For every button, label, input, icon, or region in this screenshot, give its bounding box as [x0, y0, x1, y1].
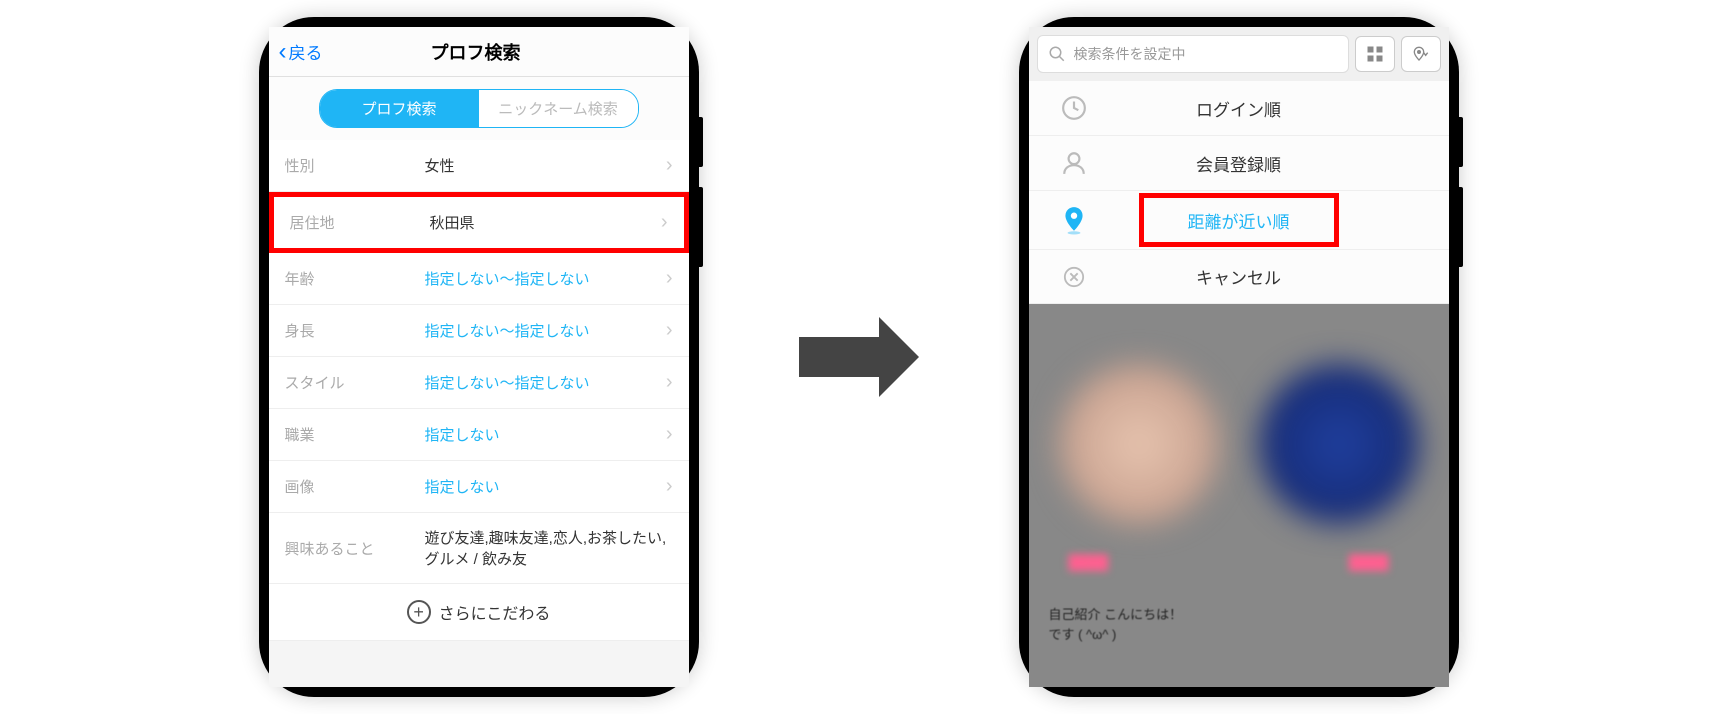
phone-side-button	[1459, 187, 1463, 267]
filter-label: 身長	[285, 320, 425, 341]
search-bar-area: 検索条件を設定中	[1029, 27, 1449, 81]
filter-value: 秋田県	[430, 212, 661, 233]
sort-label: 会員登録順	[1049, 151, 1429, 176]
blurred-avatar	[1059, 364, 1219, 524]
filter-row-style[interactable]: スタイル 指定しない～指定しない ›	[269, 357, 689, 409]
plus-circle-icon: +	[407, 600, 431, 624]
page-title: プロフ検索	[273, 39, 679, 65]
search-filter-list: 性別 女性 › 居住地 秋田県 › 年齢 指定しない～指定しない › 身長 指定…	[269, 140, 689, 641]
filter-row-interests[interactable]: 興味あること 遊び友達,趣味友達,恋人,お茶したい,グルメ / 飲み友	[269, 513, 689, 584]
sort-option-distance[interactable]: 距離が近い順	[1029, 191, 1449, 250]
search-icon	[1048, 45, 1066, 63]
chevron-right-icon: ›	[666, 267, 673, 290]
filter-row-image[interactable]: 画像 指定しない ›	[269, 461, 689, 513]
pin-dropdown-icon	[1413, 45, 1429, 63]
blurred-results-area: ████ ████ 自己紹介 こんにちは！ です ( ^ω^ )	[1029, 304, 1449, 687]
sort-option-login[interactable]: ログイン順	[1029, 81, 1449, 136]
filter-row-gender[interactable]: 性別 女性 ›	[269, 140, 689, 192]
arrow-right-icon	[799, 317, 919, 397]
phone-side-button	[699, 187, 703, 267]
filter-label: 性別	[285, 155, 425, 176]
chevron-right-icon: ›	[666, 319, 673, 342]
filter-value: 指定しない～指定しない	[425, 320, 666, 341]
filter-value: 女性	[425, 155, 666, 176]
chevron-right-icon: ›	[666, 154, 673, 177]
chevron-right-icon: ›	[666, 423, 673, 446]
profile-intro-text: 自己紹介 こんにちは！ です ( ^ω^ )	[1049, 605, 1183, 644]
filter-value: 指定しない	[425, 424, 666, 445]
filter-row-age[interactable]: 年齢 指定しない～指定しない ›	[269, 253, 689, 305]
filter-row-occupation[interactable]: 職業 指定しない ›	[269, 409, 689, 461]
filter-label: 画像	[285, 476, 425, 497]
filter-value: 指定しない	[425, 476, 666, 497]
more-filters-button[interactable]: + さらにこだわる	[269, 584, 689, 641]
sort-option-register[interactable]: 会員登録順	[1029, 136, 1449, 191]
phone-side-button	[1459, 117, 1463, 167]
phone-side-button	[699, 117, 703, 167]
sort-option-cancel[interactable]: キャンセル	[1029, 250, 1449, 304]
phone-frame-right: 検索条件を設定中	[1019, 17, 1459, 697]
filter-label: スタイル	[285, 372, 425, 393]
phone-screen-right: 検索条件を設定中	[1029, 27, 1449, 687]
chevron-right-icon: ›	[666, 371, 673, 394]
segment-container: プロフ検索 ニックネーム検索	[269, 77, 689, 140]
filter-label: 興味あること	[285, 538, 425, 559]
chevron-right-icon: ›	[661, 211, 668, 234]
tab-nickname-search[interactable]: ニックネーム検索	[479, 90, 638, 127]
blurred-username: ████	[1069, 554, 1109, 570]
sort-label: 距離が近い順	[1049, 208, 1429, 233]
sort-label: ログイン順	[1049, 96, 1429, 121]
filter-row-location[interactable]: 居住地 秋田県 ›	[269, 192, 689, 253]
grid-icon	[1366, 45, 1384, 63]
chevron-right-icon: ›	[666, 475, 673, 498]
location-filter-button[interactable]	[1401, 36, 1441, 72]
filter-row-height[interactable]: 身長 指定しない～指定しない ›	[269, 305, 689, 357]
filter-value: 指定しない～指定しない	[425, 268, 666, 289]
grid-view-button[interactable]	[1355, 36, 1395, 72]
filter-value: 指定しない～指定しない	[425, 372, 666, 393]
filter-label: 職業	[285, 424, 425, 445]
sort-menu: ログイン順 会員登録順 距離が近い順	[1029, 81, 1449, 304]
phone-frame-left: ‹ 戻る プロフ検索 プロフ検索 ニックネーム検索 性別 女性 › 居住地 秋田…	[259, 17, 699, 697]
blurred-avatar	[1259, 364, 1419, 524]
filter-label: 年齢	[285, 268, 425, 289]
more-filters-label: さらにこだわる	[439, 600, 551, 624]
search-placeholder: 検索条件を設定中	[1074, 44, 1186, 64]
phone-screen-left: ‹ 戻る プロフ検索 プロフ検索 ニックネーム検索 性別 女性 › 居住地 秋田…	[269, 27, 689, 687]
tab-profile-search[interactable]: プロフ検索	[320, 90, 479, 127]
blurred-username: ████	[1349, 554, 1389, 570]
segment-control: プロフ検索 ニックネーム検索	[319, 89, 639, 128]
sort-label: キャンセル	[1049, 264, 1429, 289]
nav-header: ‹ 戻る プロフ検索	[269, 27, 689, 77]
filter-label: 居住地	[290, 212, 430, 233]
search-input[interactable]: 検索条件を設定中	[1037, 35, 1349, 73]
filter-value: 遊び友達,趣味友達,恋人,お茶したい,グルメ / 飲み友	[425, 527, 673, 569]
